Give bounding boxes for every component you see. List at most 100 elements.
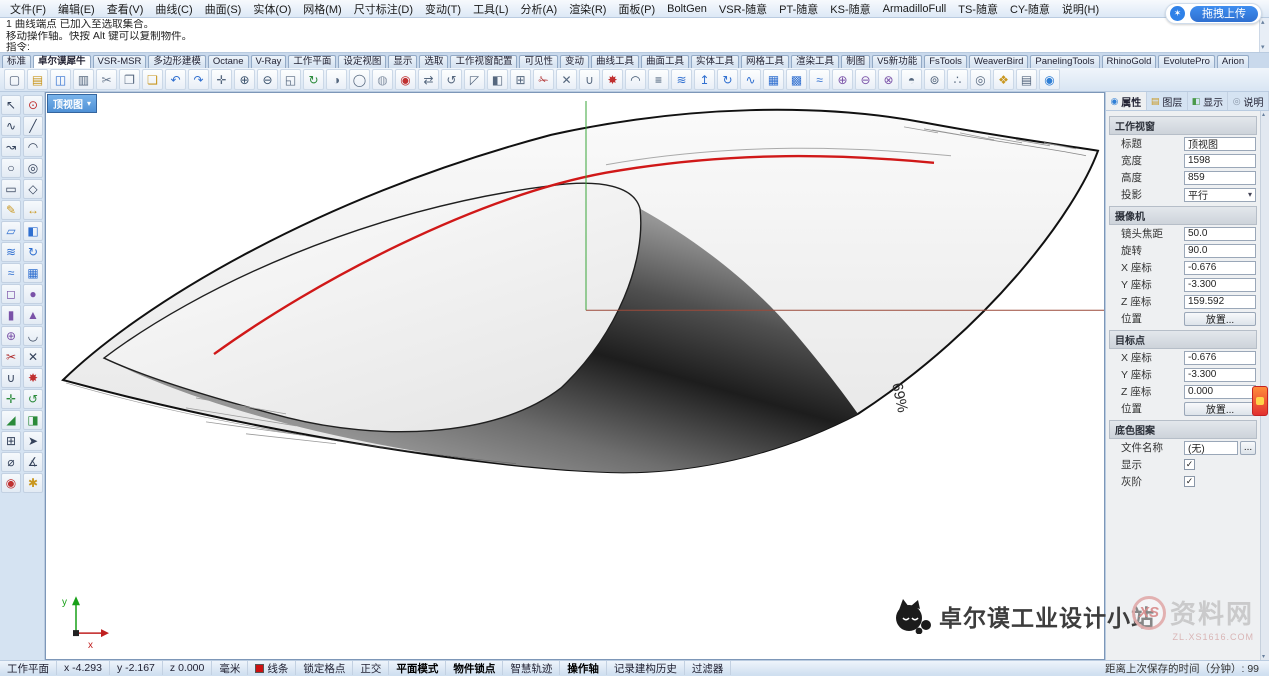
curve-tool-icon[interactable]: ∿: [1, 116, 21, 136]
new-file-icon[interactable]: ▢: [4, 69, 25, 90]
join-icon[interactable]: ∪: [579, 69, 600, 90]
menu-item[interactable]: 查看(V): [101, 0, 150, 19]
cap-icon[interactable]: ◓: [901, 69, 922, 90]
menu-item[interactable]: TS-随意: [952, 0, 1004, 19]
explode-tool-icon[interactable]: ✸: [23, 368, 43, 388]
tab-display[interactable]: ◧ 显示: [1188, 92, 1229, 110]
rotate-view-icon[interactable]: ↻: [303, 69, 324, 90]
circle-tool-icon[interactable]: ○: [1, 158, 21, 178]
join-tool-icon[interactable]: ∪: [1, 368, 21, 388]
move-tool-icon[interactable]: ✛: [1, 389, 21, 409]
cut-icon[interactable]: ✂: [96, 69, 117, 90]
menu-item[interactable]: 面板(P): [612, 0, 661, 19]
analyze-tool-icon[interactable]: ⌀: [1, 452, 21, 472]
menu-item[interactable]: BoltGen: [661, 1, 713, 17]
value-field[interactable]: -0.676: [1184, 261, 1256, 275]
toolbar-group-tab[interactable]: FsTools: [924, 55, 967, 68]
menu-item[interactable]: CY-随意: [1004, 0, 1056, 19]
menu-item[interactable]: 变动(T): [419, 0, 467, 19]
rotate-tool-icon[interactable]: ↺: [23, 389, 43, 409]
toolbar-group-tab[interactable]: 设定视图: [338, 55, 386, 68]
boolean-intersect-icon[interactable]: ⊗: [878, 69, 899, 90]
array-tool-icon[interactable]: ⊞: [1, 431, 21, 451]
copy-icon[interactable]: ❐: [119, 69, 140, 90]
zoom-out-icon[interactable]: ⊖: [257, 69, 278, 90]
value-field[interactable]: 859: [1184, 171, 1256, 185]
split-tool-icon[interactable]: ✕: [23, 347, 43, 367]
rectangle-tool-icon[interactable]: ▭: [1, 179, 21, 199]
zoom-extents-icon[interactable]: ◱: [280, 69, 301, 90]
place-button[interactable]: 放置...: [1184, 312, 1256, 326]
toolbar-group-tab[interactable]: 实体工具: [691, 55, 739, 68]
point-tool-icon[interactable]: ⊙: [23, 95, 43, 115]
render-tool-icon[interactable]: ◉: [1, 473, 21, 493]
value-field[interactable]: -3.300: [1184, 278, 1256, 292]
render-icon[interactable]: ◉: [395, 69, 416, 90]
options-tool-icon[interactable]: ✱: [23, 473, 43, 493]
scale-icon[interactable]: ◸: [464, 69, 485, 90]
toolbar-group-tab[interactable]: 制图: [841, 55, 870, 68]
explode-icon[interactable]: ✸: [602, 69, 623, 90]
toolbar-group-tab[interactable]: 标准: [2, 55, 31, 68]
panel-section-header[interactable]: 工作视窗: [1109, 116, 1257, 135]
panel-section-header[interactable]: 底色图案: [1109, 420, 1257, 439]
sweep-icon[interactable]: ∿: [740, 69, 761, 90]
wireframe-view-icon[interactable]: ◯: [349, 69, 370, 90]
viewport-title-tab[interactable]: 顶视图: [47, 94, 97, 113]
network-surface-icon[interactable]: ▦: [763, 69, 784, 90]
toolbar-group-tab[interactable]: V-Ray: [251, 55, 287, 68]
current-layer[interactable]: 线条: [248, 661, 296, 675]
toolbar-group-tab[interactable]: 多边形建模: [148, 55, 206, 68]
toolbar-group-tab[interactable]: 变动: [560, 55, 589, 68]
point-grid-icon[interactable]: ∴: [947, 69, 968, 90]
trim-tool-icon[interactable]: ✂: [1, 347, 21, 367]
toolbar-group-tab[interactable]: 曲线工具: [591, 55, 639, 68]
array-icon[interactable]: ⊞: [510, 69, 531, 90]
projection-select[interactable]: 平行: [1184, 188, 1256, 202]
tab-layers[interactable]: ▤ 图层: [1147, 92, 1188, 110]
toolbar-group-tab[interactable]: Arion: [1217, 55, 1249, 68]
sweep-tool-icon[interactable]: ≈: [1, 263, 21, 283]
menu-item[interactable]: KS-随意: [824, 0, 876, 19]
loft-tool-icon[interactable]: ≋: [1, 242, 21, 262]
toolbar-group-tab[interactable]: 网格工具: [741, 55, 789, 68]
menu-item[interactable]: 说明(H): [1056, 0, 1105, 19]
value-field[interactable]: 90.0: [1184, 244, 1256, 258]
menu-item[interactable]: ArmadilloFull: [877, 1, 953, 17]
zoom-in-icon[interactable]: ⊕: [234, 69, 255, 90]
value-field[interactable]: 0.000: [1184, 385, 1256, 399]
properties-panel-icon[interactable]: ◉: [1039, 69, 1060, 90]
line-tool-icon[interactable]: ╱: [23, 116, 43, 136]
status-toggle[interactable]: 锁定格点: [296, 661, 353, 675]
layer-panel-icon[interactable]: ▤: [1016, 69, 1037, 90]
tab-properties[interactable]: ◉ 属性: [1106, 92, 1147, 110]
fillet-tool-icon[interactable]: ◡: [23, 326, 43, 346]
move-icon[interactable]: ⇄: [418, 69, 439, 90]
menu-item[interactable]: 尺寸标注(D): [348, 0, 419, 19]
blend-icon[interactable]: ≈: [809, 69, 830, 90]
menu-item[interactable]: PT-随意: [773, 0, 824, 19]
boolean-tool-icon[interactable]: ⊕: [1, 326, 21, 346]
value-field[interactable]: 159.592: [1184, 295, 1256, 309]
toolbar-group-tab[interactable]: 工作视窗配置: [450, 55, 517, 68]
filename-field[interactable]: (无): [1184, 441, 1238, 455]
text-tool-icon[interactable]: ✎: [1, 200, 21, 220]
checkbox[interactable]: ✓: [1184, 459, 1195, 470]
menu-item[interactable]: 分析(A): [515, 0, 564, 19]
polygon-tool-icon[interactable]: ◇: [23, 179, 43, 199]
save-icon[interactable]: ◫: [50, 69, 71, 90]
pipe-icon[interactable]: ⊚: [924, 69, 945, 90]
menu-item[interactable]: 实体(O): [247, 0, 297, 19]
arc-tool-icon[interactable]: ◠: [23, 137, 43, 157]
pan-icon[interactable]: ✛: [211, 69, 232, 90]
menu-item[interactable]: 曲面(S): [199, 0, 248, 19]
patch-icon[interactable]: ▩: [786, 69, 807, 90]
mirror-icon[interactable]: ◧: [487, 69, 508, 90]
toolbar-group-tab[interactable]: 曲面工具: [641, 55, 689, 68]
toolbar-group-tab[interactable]: EvolutePro: [1158, 55, 1214, 68]
gumball-icon[interactable]: ❖: [993, 69, 1014, 90]
scale-tool-icon[interactable]: ◢: [1, 410, 21, 430]
status-toggle[interactable]: 智慧轨迹: [503, 661, 560, 675]
toolbar-group-tab[interactable]: 渲染工具: [791, 55, 839, 68]
menu-item[interactable]: 曲线(C): [149, 0, 198, 19]
